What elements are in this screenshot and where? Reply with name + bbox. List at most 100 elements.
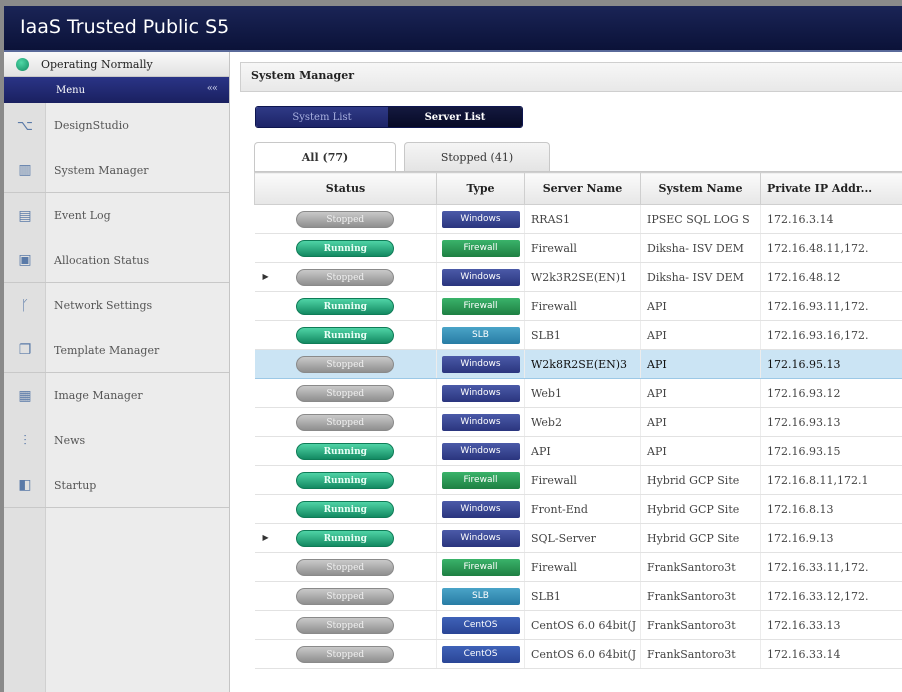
type-badge: Windows [441, 355, 520, 373]
sidebar-item-label: Image Manager [54, 389, 143, 402]
menu-header: Menu «« [4, 77, 229, 103]
table-row[interactable]: Running Windows Front-End Hybrid GCP Site 17… [254, 494, 902, 524]
table-row[interactable]: ▶ Stopped Windows W2k3R2SE(EN)1 Diksha- ISV … [254, 262, 902, 292]
sidebar-item-startup[interactable]: ◧ Startup [4, 463, 229, 508]
type-cell: Windows [436, 349, 525, 379]
sidebar-nav: ⌥ DesignStudio ▥ System Manager ▤ Event Log ▣ A… [4, 103, 229, 692]
sidebar-item-image-manager[interactable]: ▦ Image Manager [4, 373, 229, 418]
table-header: Status Type Server Name System Name Priv… [254, 172, 902, 205]
type-badge: Firewall [441, 297, 520, 315]
log-icon: ▤ [18, 207, 32, 224]
type-badge: Firewall [441, 558, 520, 576]
table-row[interactable]: Running Firewall Firewall Diksha- ISV DEM 17… [254, 233, 902, 263]
status-badge: Stopped [296, 587, 395, 605]
server-name-cell: W2k8R2SE(EN)3 [524, 349, 641, 379]
table-row[interactable]: Running Firewall Firewall Hybrid GCP Site 17… [254, 465, 902, 495]
system-name-cell: API [640, 349, 761, 379]
main-panel: System Manager System List Server List A… [230, 52, 902, 692]
system-name-cell: FrankSantoro3t [640, 610, 761, 640]
table-row[interactable]: Stopped Windows Web2 API 172.16.93.13 [254, 407, 902, 437]
status-badge: Running [296, 471, 395, 489]
template-icon: ❐ [18, 342, 32, 358]
table-row[interactable]: Stopped SLB SLB1 FrankSantoro3t 172.16.33.12… [254, 581, 902, 611]
tab-stopped[interactable]: Stopped (41) [404, 142, 550, 171]
private-ip-cell: 172.16.93.13 [760, 407, 902, 437]
sidebar-item-system-manager[interactable]: ▥ System Manager [4, 148, 229, 193]
sidebar-item-news[interactable]: ⫶ News [4, 418, 229, 463]
status-cell: Stopped [254, 378, 437, 408]
expand-row-icon[interactable]: ▶ [263, 272, 269, 281]
status-cell: Running [254, 291, 437, 321]
status-cell: Stopped [254, 349, 437, 379]
server-name-cell: RRAS1 [524, 204, 641, 234]
server-name-cell: Firewall [524, 552, 641, 582]
table-row[interactable]: Running Windows API API 172.16.93.15 [254, 436, 902, 466]
table-row[interactable]: Stopped CentOS CentOS 6.0 64bit(J FrankSant… [254, 610, 902, 640]
server-name-cell: CentOS 6.0 64bit(J [524, 610, 641, 640]
table-row[interactable]: ▶ Running Windows SQL-Server Hybrid GCP Site… [254, 523, 902, 553]
table-row[interactable]: Stopped Windows W2k8R2SE(EN)3 API 172.16.95.… [254, 349, 902, 379]
sidebar: Operating Normally Menu «« ⌥ DesignStudio… [4, 52, 230, 692]
table-row[interactable]: Stopped Windows Web1 API 172.16.93.12 [254, 378, 902, 408]
app-title: IaaS Trusted Public S5 [20, 16, 230, 38]
server-name-cell: Front-End [524, 494, 641, 524]
private-ip-cell: 172.16.9.13 [760, 523, 902, 553]
sidebar-item-allocation-status[interactable]: ▣ Allocation Status [4, 238, 229, 283]
status-cell: Stopped [254, 204, 437, 234]
server-name-cell: Web2 [524, 407, 641, 437]
sidebar-item-label: News [54, 434, 86, 447]
table-row[interactable]: Running Firewall Firewall API 172.16.93.11,1… [254, 291, 902, 321]
status-cell: ▶ Stopped [254, 262, 437, 292]
sidebar-item-network-settings[interactable]: ᚴ Network Settings [4, 283, 229, 328]
table-row[interactable]: Stopped Windows RRAS1 IPSEC SQL LOG S 172.16… [254, 204, 902, 234]
status-badge: Stopped [296, 558, 395, 576]
type-cell: Firewall [436, 552, 525, 582]
type-cell: Windows [436, 262, 525, 292]
private-ip-cell: 172.16.95.13 [760, 349, 902, 379]
sidebar-item-template-manager[interactable]: ❐ Template Manager [4, 328, 229, 373]
sidebar-item-event-log[interactable]: ▤ Event Log [4, 193, 229, 238]
system-name-cell: FrankSantoro3t [640, 581, 761, 611]
type-cell: Windows [436, 204, 525, 234]
column-status[interactable]: Status [254, 172, 437, 205]
collapse-menu-icon[interactable]: «« [207, 83, 218, 94]
column-private-ip[interactable]: Private IP Addr... [760, 172, 902, 205]
table-row[interactable]: Stopped CentOS CentOS 6.0 64bit(J FrankSant… [254, 639, 902, 669]
sidebar-item-label: Network Settings [54, 299, 153, 312]
type-cell: Firewall [436, 233, 525, 263]
system-name-cell: FrankSantoro3t [640, 552, 761, 582]
table-row[interactable]: Running SLB SLB1 API 172.16.93.16,172. [254, 320, 902, 350]
status-cell: Running [254, 465, 437, 495]
private-ip-cell: 172.16.8.11,172.1 [760, 465, 902, 495]
menu-label: Menu [56, 84, 86, 96]
tab-all[interactable]: All (77) [254, 142, 396, 171]
status-badge: Stopped [296, 355, 395, 373]
status-cell: ▶ Running [254, 523, 437, 553]
table-row[interactable]: Stopped Firewall Firewall FrankSantoro3t 172… [254, 552, 902, 582]
private-ip-cell: 172.16.48.11,172. [760, 233, 902, 263]
status-badge: Stopped [296, 413, 395, 431]
type-cell: Windows [436, 523, 525, 553]
status-badge: Stopped [296, 210, 395, 228]
type-cell: CentOS [436, 610, 525, 640]
column-system-name[interactable]: System Name [640, 172, 761, 205]
column-server-name[interactable]: Server Name [524, 172, 641, 205]
type-cell: Windows [436, 436, 525, 466]
private-ip-cell: 172.16.93.15 [760, 436, 902, 466]
column-type[interactable]: Type [436, 172, 525, 205]
server-name-cell: API [524, 436, 641, 466]
sidebar-item-designstudio[interactable]: ⌥ DesignStudio [4, 103, 229, 148]
type-badge: Windows [441, 384, 520, 402]
tab-system-list[interactable]: System List [256, 107, 388, 127]
expand-row-icon[interactable]: ▶ [263, 533, 269, 542]
private-ip-cell: 172.16.33.12,172. [760, 581, 902, 611]
type-cell: CentOS [436, 639, 525, 669]
type-cell: Firewall [436, 465, 525, 495]
type-cell: SLB [436, 581, 525, 611]
app-window: IaaS Trusted Public S5 Operating Normall… [4, 6, 902, 692]
allocation-icon: ▣ [18, 252, 32, 268]
title-bar: IaaS Trusted Public S5 [4, 6, 902, 52]
type-badge: SLB [441, 587, 520, 605]
system-status: Operating Normally [4, 52, 229, 77]
tab-server-list[interactable]: Server List [388, 107, 522, 127]
